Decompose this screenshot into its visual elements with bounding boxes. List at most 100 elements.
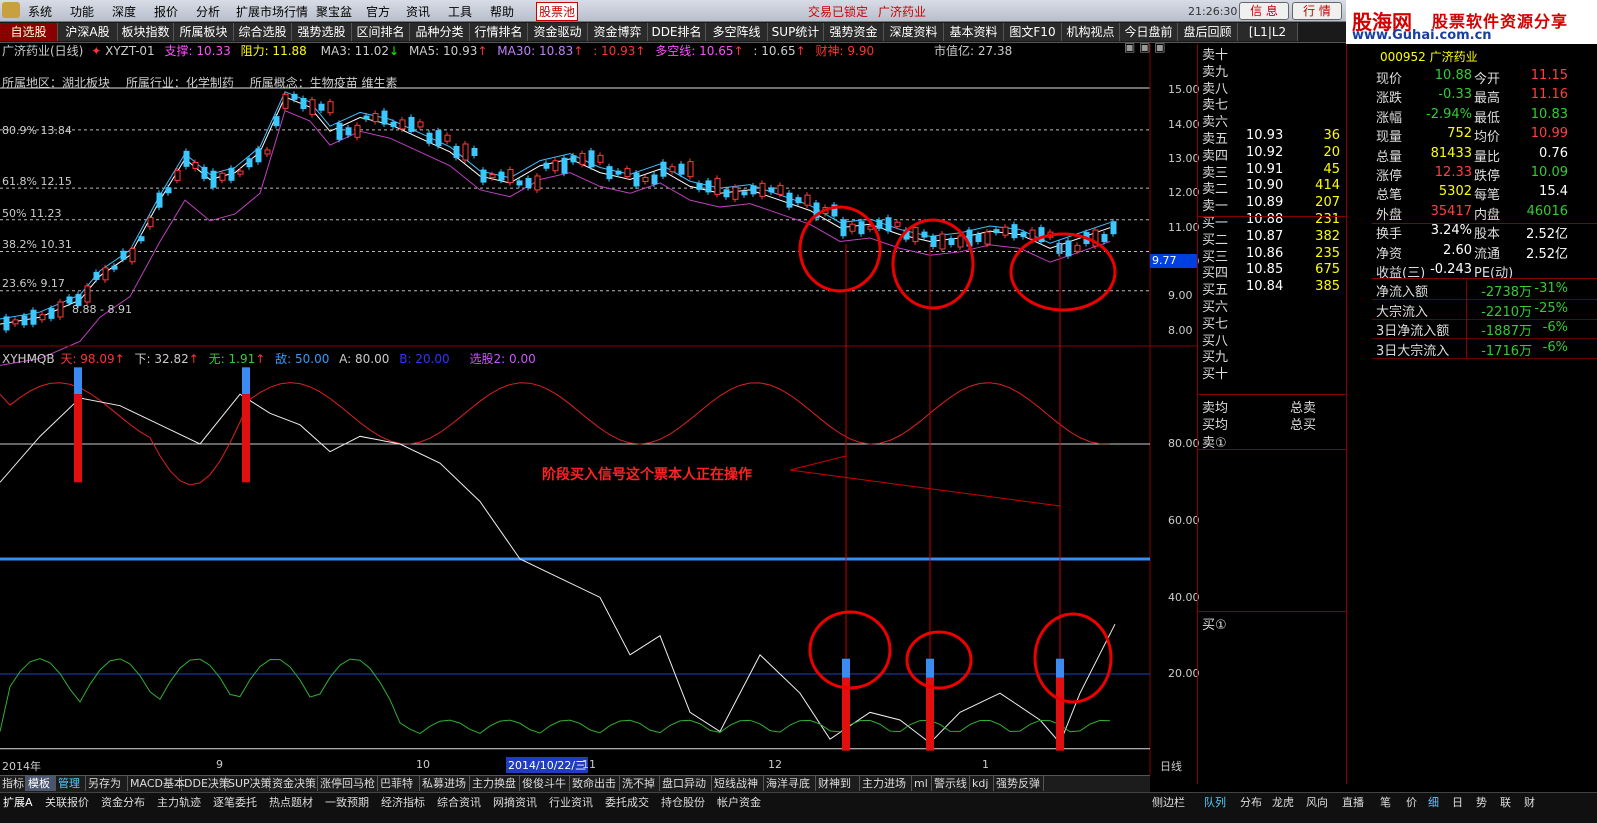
tab-0[interactable]: 自选股 <box>0 23 58 41</box>
indicator-tab[interactable]: 洗不掉 <box>620 776 660 791</box>
stat-label: 换手 <box>1376 227 1403 243</box>
tab-15[interactable]: 深度资料 <box>884 23 944 41</box>
footer-right-tab[interactable]: 龙虎 <box>1272 794 1294 810</box>
tab-9[interactable]: 资金驱动 <box>528 23 588 41</box>
menu-analysis[interactable]: 分析 <box>196 3 220 20</box>
footer-tab[interactable]: 扩展A <box>3 794 33 810</box>
indicator-tab[interactable]: 资金决策 <box>270 776 318 791</box>
footer-tab[interactable]: 行业资讯 <box>549 794 593 810</box>
footer-right-tab[interactable]: 势 <box>1476 794 1487 810</box>
indicator-tab[interactable]: 涨停回马枪 <box>318 776 378 791</box>
menu-quote[interactable]: 报价 <box>154 3 178 20</box>
tab-13[interactable]: SUP统计 <box>768 23 824 41</box>
menu-extended-market[interactable]: 扩展市场行情 <box>236 3 308 20</box>
candle-body <box>588 150 595 168</box>
chart-area[interactable] <box>0 44 1197 775</box>
tab-18[interactable]: 机构视点 <box>1062 23 1120 41</box>
tab-6[interactable]: 区间排名 <box>352 23 410 41</box>
footer-tab[interactable]: 委托成交 <box>605 794 649 810</box>
footer-tab[interactable]: 一致预期 <box>325 794 369 810</box>
menu-official[interactable]: 官方 <box>366 3 390 20</box>
indicator-tab[interactable]: kdj <box>970 776 994 791</box>
tab-7[interactable]: 品种分类 <box>410 23 470 41</box>
indicator-tab[interactable]: 管理 <box>56 776 86 791</box>
period-label[interactable]: 日线 <box>1160 758 1182 774</box>
footer-tab[interactable]: 关联报价 <box>45 794 89 810</box>
tab-8[interactable]: 行情排名 <box>470 23 528 41</box>
indicator-tab[interactable]: DDE决策 <box>182 776 230 791</box>
footer-tab[interactable]: 持仓股份 <box>661 794 705 810</box>
candle-body <box>84 285 91 303</box>
indicator-tab[interactable]: 主力进场 <box>860 776 912 791</box>
tab-1[interactable]: 沪深A股 <box>58 23 118 41</box>
order-price: 10.86 <box>1246 245 1284 261</box>
menu-help[interactable]: 帮助 <box>490 3 514 20</box>
tab-3[interactable]: 所属板块 <box>174 23 234 41</box>
tab-14[interactable]: 强势资金 <box>824 23 884 41</box>
footer-right-tab[interactable]: 风向 <box>1306 794 1328 810</box>
footer-right-tab[interactable]: 侧边栏 <box>1152 794 1185 810</box>
indicator-tab[interactable]: 警示线 <box>932 776 970 791</box>
footer-right-tab[interactable]: 直播 <box>1342 794 1364 810</box>
footer-right-tab[interactable]: 日 <box>1452 794 1463 810</box>
quote-button[interactable]: 行 情 <box>1292 2 1342 20</box>
tab-10[interactable]: 资金博弈 <box>588 23 648 41</box>
footer-tab[interactable]: 帐户资金 <box>717 794 761 810</box>
footer-right-tab[interactable]: 联 <box>1500 794 1511 810</box>
tab-4[interactable]: 综合选股 <box>234 23 292 41</box>
footer-right-tab[interactable]: 队列 <box>1204 794 1226 810</box>
tab-5[interactable]: 强势选股 <box>292 23 352 41</box>
tab-19[interactable]: 今日盘前 <box>1120 23 1178 41</box>
menu-tools[interactable]: 工具 <box>448 3 472 20</box>
footer-tab[interactable]: 逐笔委托 <box>213 794 257 810</box>
menu-news[interactable]: 资讯 <box>406 3 430 20</box>
candle-body <box>885 217 892 232</box>
menu-stock-pool[interactable]: 股票池 <box>536 2 579 21</box>
info-button[interactable]: 信 息 <box>1239 2 1289 20</box>
tab-16[interactable]: 基本资料 <box>944 23 1004 41</box>
indicator-tab[interactable]: 盘口异动 <box>660 776 712 791</box>
tab-21[interactable]: [L1|L2 <box>1238 23 1298 41</box>
indicator-tab[interactable]: 巴菲特 <box>378 776 420 791</box>
stat-label: 现价 <box>1376 72 1403 87</box>
footer-right-tab[interactable]: 财 <box>1524 794 1535 810</box>
candle-body <box>354 124 361 138</box>
indicator-tab[interactable]: MACD基本 <box>128 776 185 791</box>
footer-right-tab[interactable]: 价 <box>1406 794 1417 810</box>
indicator-tab[interactable]: 短线战神 <box>712 776 764 791</box>
footer-tab[interactable]: 经济指标 <box>381 794 425 810</box>
indicator-header: XYHMQB 天: 98.09↑ 下: 32.82↑ 无: 1.91↑ 敌: 5… <box>2 352 536 366</box>
order-price: 10.87 <box>1246 228 1284 244</box>
indicator-tab[interactable]: ml <box>912 776 932 791</box>
footer-right-tab[interactable]: 笔 <box>1380 794 1391 810</box>
indicator-tab[interactable]: 指标 <box>0 776 26 791</box>
indicator-tab[interactable]: 俊俊斗牛 <box>520 776 570 791</box>
menu-function[interactable]: 功能 <box>70 3 94 20</box>
indicator-tab[interactable]: 财神到 <box>816 776 860 791</box>
indicator-tab[interactable]: 强势反弹 <box>994 776 1044 791</box>
indicator-tab[interactable]: SUP决策 <box>226 776 272 791</box>
indicator-tab[interactable]: 另存为 <box>86 776 128 791</box>
footer-tab[interactable]: 资金分布 <box>101 794 145 810</box>
footer-tab[interactable]: 主力轨迹 <box>157 794 201 810</box>
indicator-tab[interactable]: 模板 <box>26 776 56 791</box>
indicator-tab[interactable]: 主力换盘 <box>470 776 520 791</box>
footer-right-tab[interactable]: 细 <box>1428 794 1439 810</box>
footer-tab[interactable]: 网摘资讯 <box>493 794 537 810</box>
indicator-tab[interactable]: 私募进场 <box>420 776 470 791</box>
menu-jubaopen[interactable]: 聚宝盆 <box>316 3 352 20</box>
stat-label: 量比 <box>1474 149 1501 165</box>
tab-11[interactable]: DDE排名 <box>648 23 706 41</box>
indicator-tab[interactable]: 海洋寻底 <box>764 776 816 791</box>
tab-17[interactable]: 图文F10 <box>1004 23 1062 41</box>
footer-tab[interactable]: 热点题材 <box>269 794 313 810</box>
indicator-tab[interactable]: 致命出击 <box>570 776 620 791</box>
footer-tab[interactable]: 综合资讯 <box>437 794 481 810</box>
tab-2[interactable]: 板块指数 <box>118 23 174 41</box>
menu-system[interactable]: 系统 <box>28 3 52 20</box>
footer-right-tab[interactable]: 分布 <box>1240 794 1262 810</box>
tab-12[interactable]: 多空阵线 <box>706 23 768 41</box>
menu-depth[interactable]: 深度 <box>112 3 136 20</box>
order-volume: 675 <box>1315 262 1340 278</box>
tab-20[interactable]: 盘后回顾 <box>1178 23 1238 41</box>
